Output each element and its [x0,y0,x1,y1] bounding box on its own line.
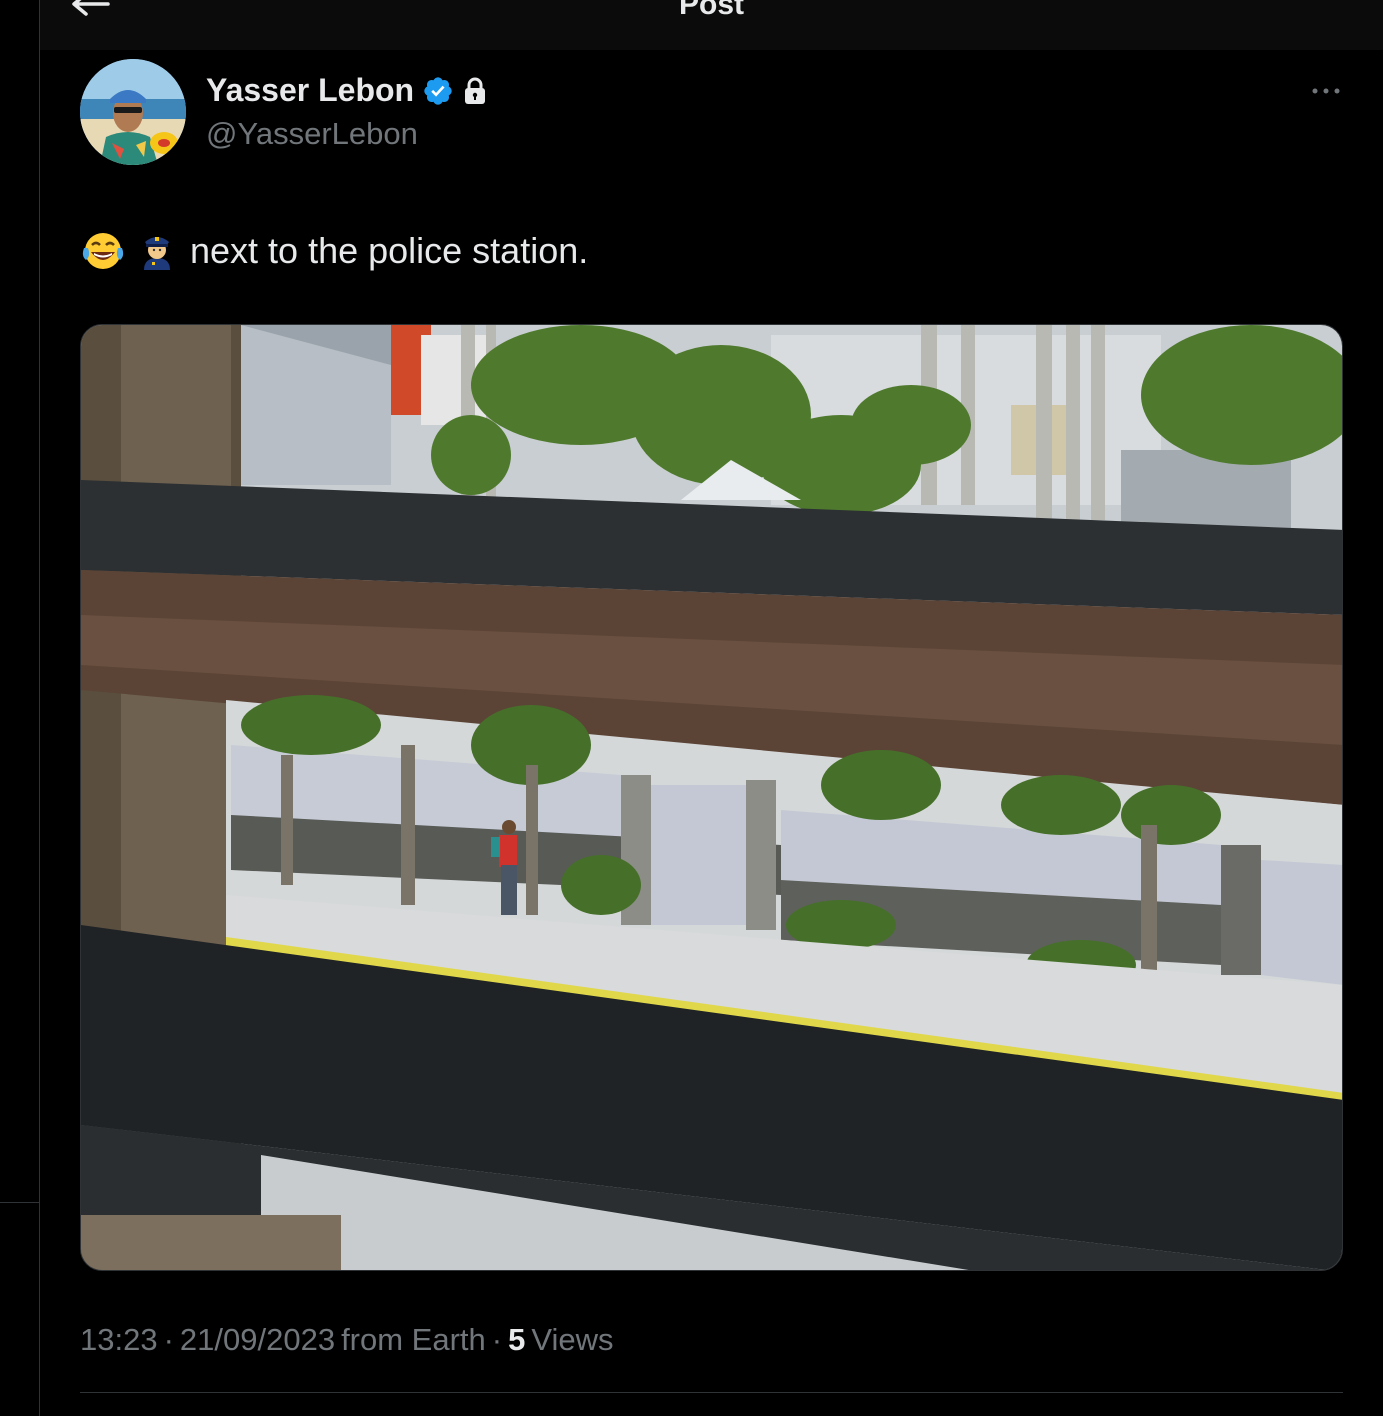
author-handle[interactable]: @YasserLebon [206,116,418,152]
post-media-photo[interactable] [80,324,1343,1271]
top-bar: Post [40,0,1383,50]
ellipsis-icon[interactable] [1311,84,1341,98]
views-label[interactable]: Views [531,1322,613,1358]
author-name-row: Yasser Lebon [206,72,488,109]
author-name[interactable]: Yasser Lebon [206,72,414,109]
post-time[interactable]: 13:23 [80,1322,158,1358]
post-text-body: next to the police station. [190,230,589,271]
post-page: Post Yasser Lebon @YasserLebon next to t… [0,0,1383,1416]
avatar[interactable] [80,59,186,165]
police-officer-icon [144,237,170,270]
meta-separator: · [163,1322,174,1357]
meta-separator: · [491,1322,503,1357]
photo-illustration [81,325,1342,1270]
page-title: Post [678,0,744,21]
left-rail [0,0,40,1416]
bottom-divider [80,1392,1343,1393]
lock-icon [465,77,486,104]
verified-badge-icon[interactable] [422,75,454,107]
rail-divider [0,1202,39,1203]
post-meta: 13:23 · 21/09/2023 from Earth · 5 Views [80,1322,614,1358]
post-date[interactable]: 21/09/2023 [180,1322,335,1358]
post-source: from Earth [341,1322,486,1357]
post-text: next to the police station. [82,226,588,276]
views-count[interactable]: 5 [508,1322,525,1358]
face-with-tears-of-joy-icon [82,233,124,269]
